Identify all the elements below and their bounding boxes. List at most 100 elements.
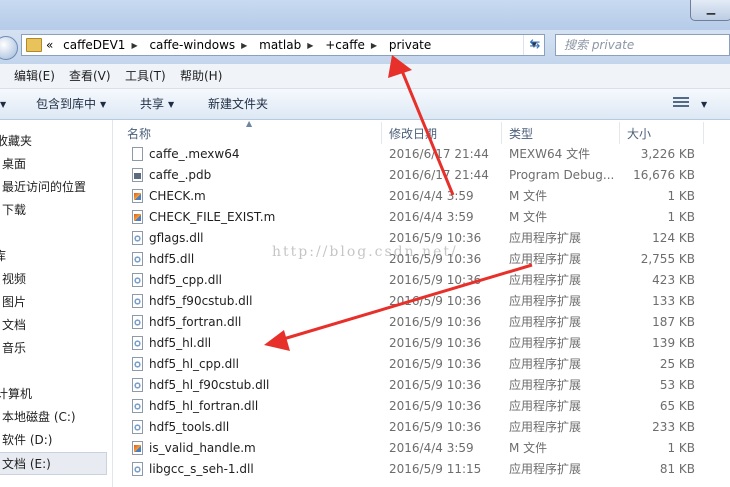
view-options-dropdown-icon[interactable]: ▼ [697,89,707,119]
file-type: 应用程序扩展 [509,273,582,287]
sort-ascending-icon: ▲ [246,120,253,128]
file-row[interactable]: hdf5_hl_fortran.dll 2016/5/9 10:36 应用程序扩展 6… [113,396,730,417]
file-name: hdf5_tools.dll [149,420,230,434]
file-row[interactable]: libgcc_s_seh-1.dll 2016/5/9 11:15 应用程序扩展 81… [113,459,730,480]
menu-bar: 编辑(E) 查看(V) 工具(T) 帮助(H) [0,64,730,89]
window-titlebar: ▁ [0,0,730,30]
nav-favorites[interactable]: 收藏夹 [0,130,32,152]
nav-computer[interactable]: 计算机 [0,383,32,405]
file-date: 2016/5/9 10:36 [389,357,482,371]
nav-documents[interactable]: 文档 [2,314,26,336]
file-name: is_valid_handle.m [149,441,256,455]
nav-software-d[interactable]: 软件 (D:) [2,429,52,451]
file-type: M 文件 [509,189,548,203]
file-row[interactable]: hdf5_hl_cpp.dll 2016/5/9 10:36 应用程序扩展 25 KB [113,354,730,375]
search-placeholder: 搜索 private [564,38,635,52]
file-type: M 文件 [509,210,548,224]
dll-file-icon [132,252,143,266]
file-date: 2016/6/17 21:44 [389,168,489,182]
chevron-right-icon[interactable]: ▶ [371,41,377,50]
file-row[interactable]: caffe_.mexw64 2016/6/17 21:44 MEXW64 文件 3,2… [113,144,730,165]
file-date: 2016/5/9 10:36 [389,294,482,308]
file-size: 187 KB [652,315,695,329]
chevron-right-icon[interactable]: ▶ [131,41,137,50]
file-size: 423 KB [652,273,695,287]
file-name: hdf5_cpp.dll [149,273,223,287]
column-divider[interactable] [619,122,620,144]
column-divider[interactable] [381,122,382,144]
breadcrumb-caffedev1[interactable]: caffeDEV1 [63,38,125,52]
watermark: http://blog.csdn.net/ [272,244,458,260]
file-row[interactable]: CHECK.m 2016/4/4 3:59 M 文件 1 KB [113,186,730,207]
nav-recent-places[interactable]: 最近访问的位置 [2,176,86,198]
breadcrumb-overflow[interactable]: « [46,38,53,52]
file-row[interactable]: caffe_.pdb 2016/6/17 21:44 Program Debug..… [113,165,730,186]
file-name: CHECK.m [149,189,206,203]
back-button[interactable] [0,36,18,60]
file-type: 应用程序扩展 [509,399,582,413]
nav-libraries[interactable]: 库 [0,245,6,267]
file-row[interactable]: hdf5_hl.dll 2016/5/9 10:36 应用程序扩展 139 KB [113,333,730,354]
file-date: 2016/6/17 21:44 [389,147,489,161]
column-header-size[interactable]: 大小 [627,124,651,144]
file-date: 2016/5/9 10:36 [389,315,482,329]
chevron-down-icon: ▼ [100,100,107,109]
nav-videos[interactable]: 视频 [2,268,26,290]
include-in-library-button[interactable]: 包含到库中 ▼ [36,89,106,119]
menu-tools[interactable]: 工具(T) [125,64,166,88]
file-size: 1 KB [667,189,695,203]
menu-edit[interactable]: 编辑(E) [14,64,55,88]
file-name: hdf5_hl.dll [149,336,212,350]
minimize-button[interactable]: ▁ [690,0,730,21]
nav-pictures[interactable]: 图片 [2,291,26,313]
nav-documents-e[interactable]: 文档 (E:) [2,453,51,475]
column-header-type[interactable]: 类型 [509,124,533,144]
column-header-name[interactable]: 名称 [127,124,151,144]
chevron-right-icon[interactable]: ▶ [307,41,313,50]
nav-local-disk-c[interactable]: 本地磁盘 (C:) [2,406,76,428]
dll-file-icon [132,399,143,413]
file-type: 应用程序扩展 [509,462,582,476]
file-name: hdf5_hl_cpp.dll [149,357,239,371]
file-size: 124 KB [652,231,695,245]
file-date: 2016/5/9 10:36 [389,378,482,392]
chevron-right-icon[interactable]: ▶ [241,41,247,50]
view-options-icon[interactable] [673,97,689,110]
nav-desktop[interactable]: 桌面 [2,153,26,175]
nav-downloads[interactable]: 下载 [2,199,26,221]
column-header-date[interactable]: 修改日期 [389,124,437,144]
file-name: caffe_.mexw64 [149,147,240,161]
breadcrumb-private[interactable]: private [389,38,431,52]
file-row[interactable]: hdf5_f90cstub.dll 2016/5/9 10:36 应用程序扩展 133… [113,291,730,312]
share-button[interactable]: 共享 ▼ [140,89,174,119]
refresh-icon[interactable]: ⇆ [523,35,547,55]
file-type: M 文件 [509,441,548,455]
file-row[interactable]: hdf5_hl_f90cstub.dll 2016/5/9 10:36 应用程序扩展… [113,375,730,396]
matlab-file-icon [132,441,143,455]
file-row[interactable]: hdf5_tools.dll 2016/5/9 10:36 应用程序扩展 233 KB [113,417,730,438]
new-folder-button[interactable]: 新建文件夹 [208,89,268,119]
file-row[interactable]: CHECK_FILE_EXIST.m 2016/4/4 3:59 M 文件 1 KB [113,207,730,228]
file-row[interactable]: hdf5_cpp.dll 2016/5/9 10:36 应用程序扩展 423 KB [113,270,730,291]
dll-file-icon [132,420,143,434]
column-divider[interactable] [703,122,704,144]
column-divider[interactable] [501,122,502,144]
file-row[interactable]: is_valid_handle.m 2016/4/4 3:59 M 文件 1 KB [113,438,730,459]
address-bar[interactable]: « caffeDEV1 ▶ caffe-windows ▶ matlab ▶ +caf… [21,34,545,56]
file-size: 3,226 KB [640,147,695,161]
file-date: 2016/5/9 11:15 [389,462,482,476]
search-box[interactable]: 搜索 private [555,34,730,56]
dll-file-icon [132,273,143,287]
organize-caret-icon[interactable]: ▼ [0,89,6,119]
file-size: 2,755 KB [640,252,695,266]
file-size: 16,676 KB [633,168,695,182]
file-row[interactable]: hdf5_fortran.dll 2016/5/9 10:36 应用程序扩展 187 … [113,312,730,333]
menu-view[interactable]: 查看(V) [69,64,111,88]
nav-music[interactable]: 音乐 [2,337,26,359]
breadcrumb-caffe-windows[interactable]: caffe-windows [149,38,235,52]
blank-file-icon [132,147,143,161]
file-name: libgcc_s_seh-1.dll [149,462,254,476]
breadcrumb-plus-caffe[interactable]: +caffe [325,38,365,52]
menu-help[interactable]: 帮助(H) [180,64,222,88]
breadcrumb-matlab[interactable]: matlab [259,38,301,52]
